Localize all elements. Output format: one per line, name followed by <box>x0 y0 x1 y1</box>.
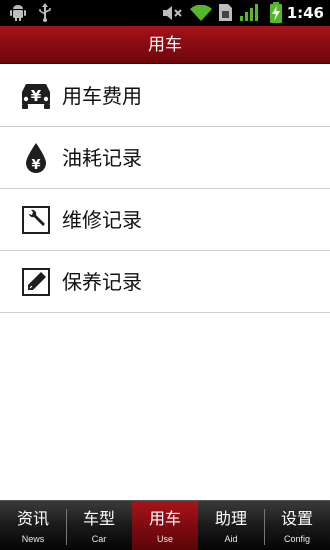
tab-sublabel: Aid <box>224 534 238 544</box>
menu-item-label: 保养记录 <box>62 270 142 294</box>
page-title: 用车 <box>148 35 182 55</box>
menu-item-car-expense[interactable]: ¥ 用车费用 <box>0 65 330 127</box>
tab-news[interactable]: 资讯 News <box>0 501 66 550</box>
menu-item-fuel-record[interactable]: ¥ 油耗记录 <box>0 127 330 189</box>
menu-item-label: 用车费用 <box>62 84 142 108</box>
tab-label: 用车 <box>148 509 181 528</box>
tab-label: 设置 <box>280 509 313 528</box>
battery-charging-icon <box>270 2 282 23</box>
tab-sublabel: Use <box>156 534 173 544</box>
tab-sublabel: Car <box>91 534 107 544</box>
menu-item-label: 油耗记录 <box>62 146 142 170</box>
usb-icon <box>39 3 51 22</box>
bottom-tab-bar: 资讯 News 车型 Car 用车 Use 助理 Aid 设置 Config <box>0 500 330 550</box>
tab-config[interactable]: 设置 Config <box>264 501 330 550</box>
tab-aid[interactable]: 助理 Aid <box>198 501 264 550</box>
menu-item-label: 维修记录 <box>62 208 142 232</box>
wrench-icon <box>22 206 50 234</box>
tab-label: 资讯 <box>16 509 49 528</box>
wifi-icon <box>190 5 212 21</box>
tab-car[interactable]: 车型 Car <box>66 501 132 550</box>
svg-text:¥: ¥ <box>31 87 42 105</box>
menu-item-maintenance-record[interactable]: 保养记录 <box>0 251 330 313</box>
tab-label: 助理 <box>214 509 247 528</box>
car-expense-icon: ¥ <box>22 84 50 109</box>
menu-item-repair-record[interactable]: 维修记录 <box>0 189 330 251</box>
sim-icon <box>219 4 232 21</box>
tab-sublabel: News <box>21 534 45 544</box>
tab-label: 车型 <box>82 509 115 528</box>
tab-sublabel: Config <box>283 534 310 544</box>
tab-use[interactable]: 用车 Use <box>132 501 198 550</box>
svg-text:¥: ¥ <box>31 158 40 173</box>
fuel-drop-icon: ¥ <box>26 143 46 173</box>
mute-icon <box>163 6 182 20</box>
clock-time: 1:46 <box>286 4 324 22</box>
signal-icon <box>240 4 258 21</box>
android-debug-icon <box>10 5 26 21</box>
title-bar: 用车 <box>0 26 330 64</box>
pencil-icon <box>22 268 50 296</box>
menu-list: ¥ 用车费用 ¥ 油耗记录 维修记录 保养记录 <box>0 65 330 313</box>
status-bar: 1:46 <box>0 0 330 26</box>
